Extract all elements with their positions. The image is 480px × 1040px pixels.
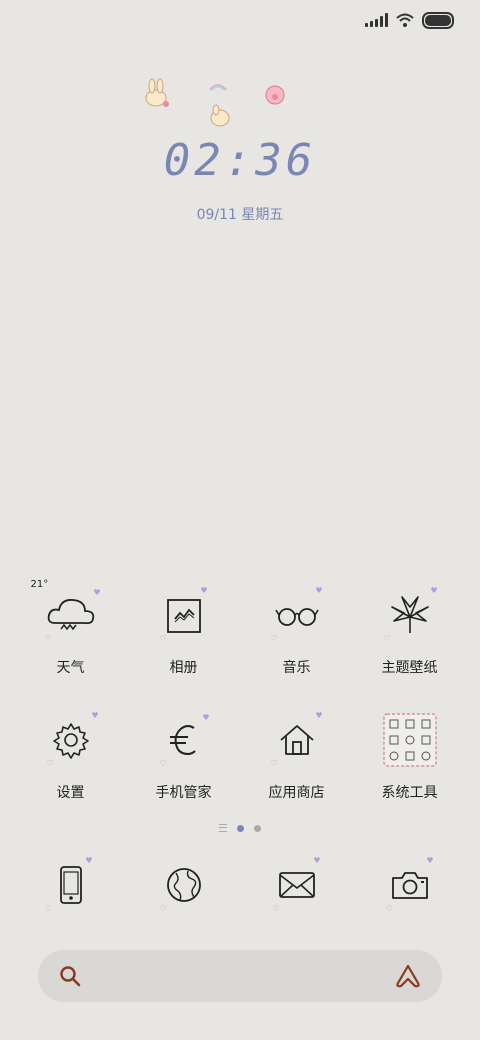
dock-browser[interactable]: ♡ — [127, 855, 240, 915]
signal-icon — [365, 13, 388, 27]
heart-decoration-icon: ♥ — [313, 856, 321, 865]
page-dot-1[interactable] — [237, 824, 244, 832]
heart-decoration-icon: ♥ — [200, 586, 208, 595]
weather-temperature: 21° — [30, 579, 49, 590]
heart-decoration-icon: ♡ — [44, 634, 52, 643]
battery-icon — [422, 11, 454, 29]
heart-decoration-icon: ♥ — [202, 713, 210, 722]
gallery-icon — [166, 599, 201, 633]
app-settings[interactable]: ♥ ♡ 设置 — [14, 710, 127, 802]
page-list-icon[interactable] — [219, 824, 227, 832]
dock-mail[interactable]: ♥ ♡ — [240, 855, 353, 915]
page-indicator[interactable] — [0, 824, 480, 832]
heart-decoration-icon: ♡ — [270, 634, 278, 643]
lockscreen-date: 09/11 星期五 — [196, 207, 284, 223]
euro-icon — [169, 725, 196, 756]
app-grid-row-2: ♥ ♡ 设置 ♥ ♡ 手机管家 ♥ ♡ 应用商店 系统工具 — [14, 710, 466, 802]
app-label: 手机管家 — [155, 785, 212, 801]
status-bar — [365, 10, 454, 30]
dock: ♥ ♡ ♡ ♥ ♡ ♥ ♡ — [14, 855, 466, 915]
wifi-icon — [396, 13, 414, 27]
gear-icon — [52, 723, 89, 759]
dock-phone[interactable]: ♥ ♡ — [14, 855, 127, 915]
globe-icon — [166, 868, 201, 902]
heart-decoration-icon: ♡ — [159, 904, 167, 913]
search-bar[interactable] — [38, 950, 442, 1002]
app-label: 音乐 — [282, 660, 311, 676]
heart-decoration-icon: ♡ — [159, 634, 167, 643]
house-icon — [279, 725, 314, 755]
heart-decoration-icon: ♥ — [426, 856, 434, 865]
heart-decoration-icon: ♡ — [159, 759, 167, 768]
app-label: 应用商店 — [268, 785, 325, 801]
heart-decoration-icon: ♥ — [91, 711, 99, 720]
app-label: 天气 — [56, 660, 85, 676]
dock-camera[interactable]: ♥ ♡ — [353, 855, 466, 915]
mail-icon — [278, 872, 315, 898]
app-weather[interactable]: 21° ♥ ♡ 天气 — [14, 579, 127, 677]
app-themes[interactable]: ♥ ♡ 主题壁纸 — [353, 585, 466, 677]
heart-decoration-icon: ♥ — [315, 711, 323, 720]
app-folder-system-tools[interactable]: 系统工具 — [353, 710, 466, 802]
camera-icon — [391, 872, 428, 899]
app-store[interactable]: ♥ ♡ 应用商店 — [240, 710, 353, 802]
heart-decoration-icon: ♥ — [93, 588, 101, 597]
bunny-sticker-icon — [145, 78, 285, 127]
heart-decoration-icon: ♥ — [430, 586, 438, 595]
app-label: 系统工具 — [381, 785, 438, 801]
app-phone-manager[interactable]: ♥ ♡ 手机管家 — [127, 710, 240, 802]
search-icon[interactable] — [58, 964, 82, 988]
heart-decoration-icon: ♡ — [270, 759, 278, 768]
app-label: 设置 — [56, 785, 85, 801]
leaf-icon — [390, 596, 429, 633]
app-gallery[interactable]: ♥ ♡ 相册 — [127, 585, 240, 677]
glasses-icon — [274, 608, 319, 626]
weather-cloud-icon — [47, 599, 94, 631]
heart-decoration-icon: ♥ — [315, 586, 323, 595]
phone-icon — [59, 866, 82, 904]
heart-decoration-icon: ♡ — [385, 904, 393, 913]
app-grid-row-1: 21° ♥ ♡ 天气 ♥ ♡ 相册 ♥ ♡ 音乐 ♥ ♡ 主题壁纸 — [14, 579, 466, 677]
tools-folder-icon — [383, 713, 436, 767]
app-label: 主题壁纸 — [381, 660, 438, 676]
lockscreen-time: 02:36 — [163, 135, 317, 186]
app-music[interactable]: ♥ ♡ 音乐 — [240, 585, 353, 677]
app-label: 相册 — [169, 660, 198, 676]
assistant-icon[interactable] — [394, 963, 422, 989]
page-dot-2[interactable] — [254, 824, 261, 832]
heart-decoration-icon: ♡ — [272, 904, 280, 913]
heart-decoration-icon: ♡ — [44, 904, 52, 913]
heart-decoration-icon: ♡ — [46, 759, 54, 768]
heart-decoration-icon: ♥ — [85, 856, 93, 865]
heart-decoration-icon: ♡ — [383, 634, 391, 643]
clock-stickers — [140, 78, 300, 138]
